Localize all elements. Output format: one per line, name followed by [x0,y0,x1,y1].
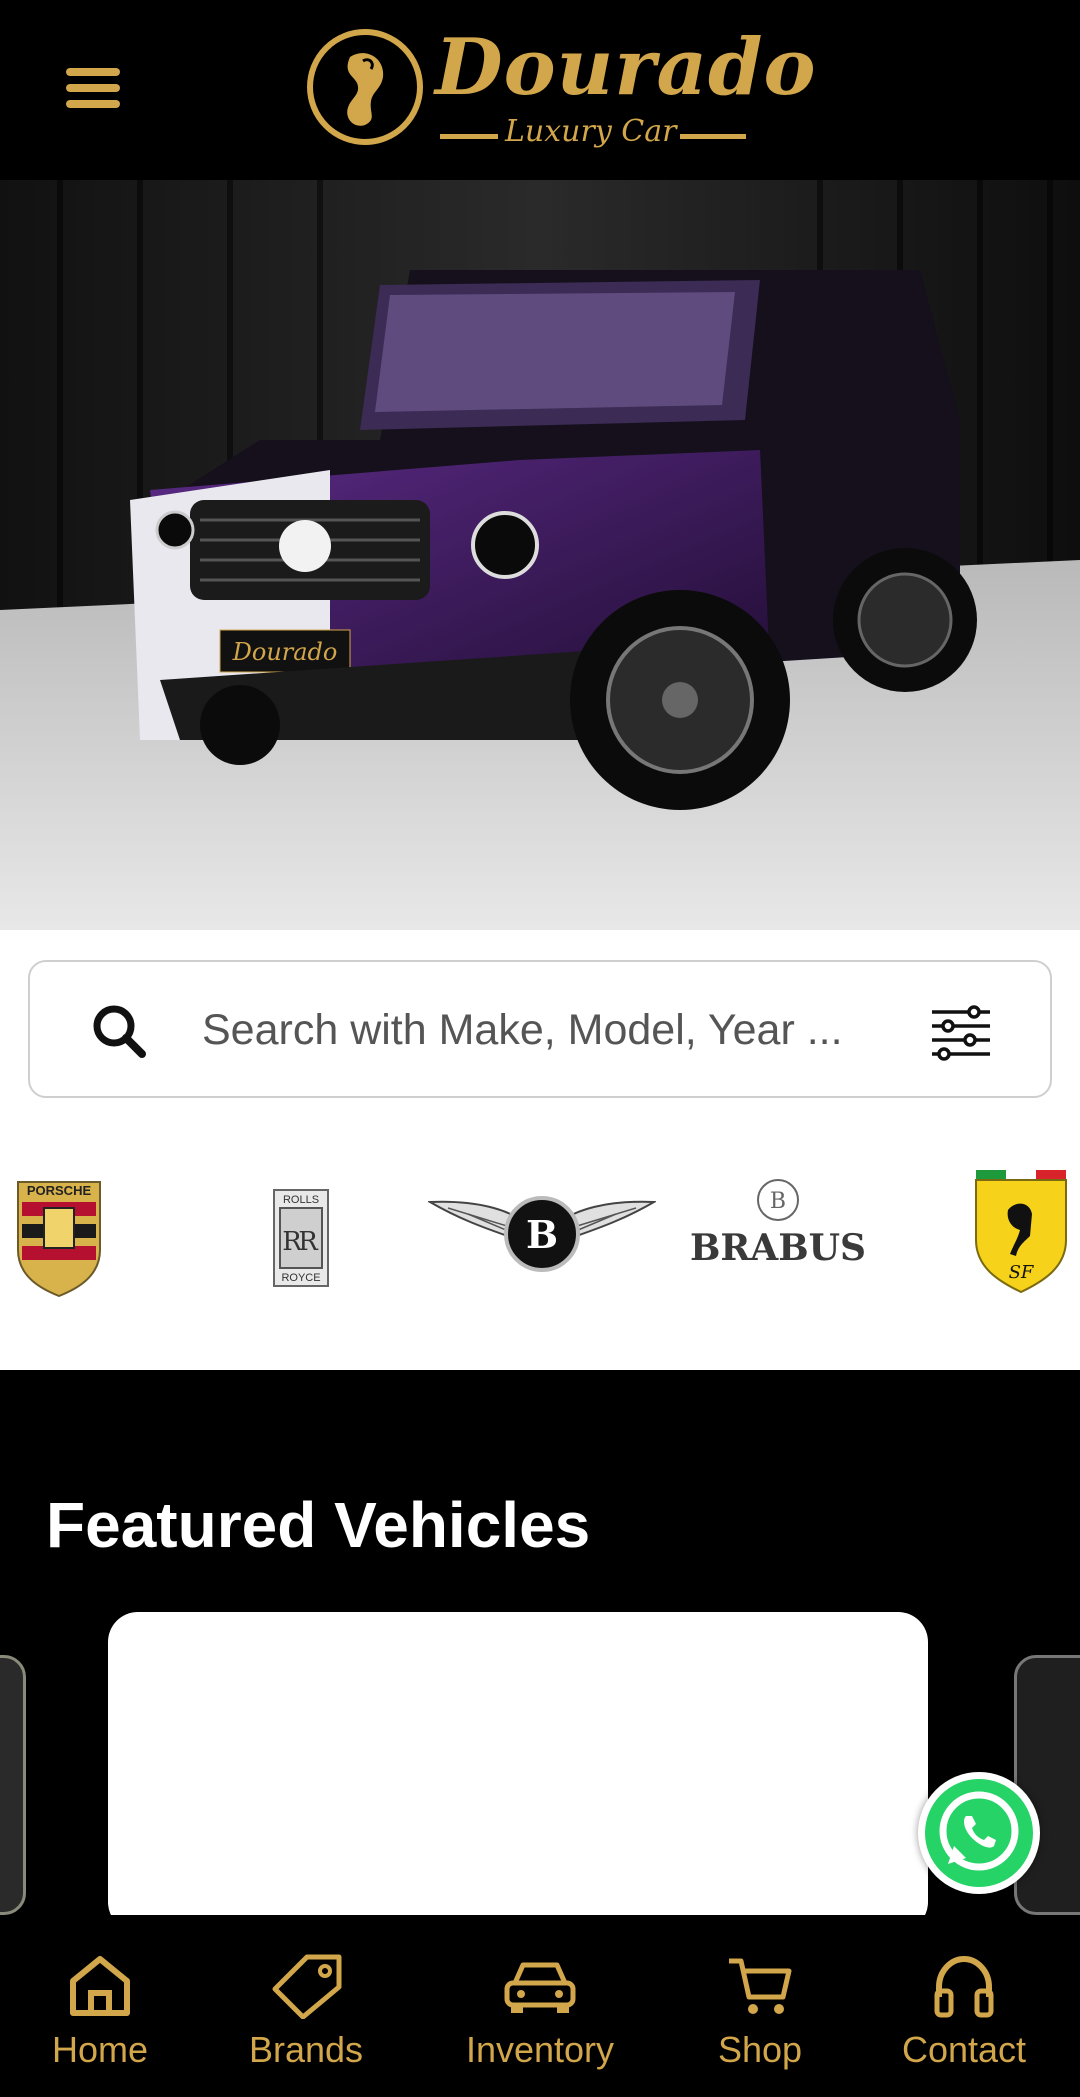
sliders-filter-icon[interactable] [930,1000,992,1062]
brand-carousel: PORSCHE ROLLS R R ROYCE B B BRABUS SF [0,1150,1080,1300]
rolls-royce-bottom-text: ROYCE [281,1272,320,1284]
logo-divider-right [680,134,746,139]
nav-inventory-label: Inventory [465,2029,615,2070]
brand-rolls-royce[interactable]: ROLLS R R ROYCE [270,1150,332,1300]
ferrari-logo-text: SF [1009,1262,1035,1283]
nav-shop[interactable]: Shop [680,1915,840,2097]
nav-brands-label: Brands [248,2029,364,2070]
home-icon [70,1956,130,2016]
nav-home-label: Home [51,2029,149,2070]
logo-tagline: Luxury Car [505,114,677,149]
search-input[interactable]: Search with Make, Model, Year ... [28,960,1052,1098]
featured-title: Featured Vehicles [46,1489,591,1561]
ferrari-logo-icon: SF [975,1170,1067,1294]
brand-brabus[interactable]: B BRABUS [688,1150,874,1300]
hero-banner-image[interactable]: Dourado [0,180,1080,930]
search-icon[interactable] [90,1002,150,1062]
nav-contact-label: Contact [901,2029,1027,2070]
rolls-royce-logo-icon: ROLLS R R ROYCE [273,1189,329,1287]
headphones-icon [934,1955,994,2018]
logo-divider-left [440,134,498,139]
car-icon [504,1962,576,2013]
bottom-navigation: Home Brands Inventory Shop Contact [0,1915,1080,2097]
hero-plate-text: Dourado [232,638,338,666]
cart-icon [729,1958,792,2014]
brabus-logo-text: BRABUS [690,1227,866,1269]
horse-emblem-icon [307,29,423,145]
bentley-logo-icon: B [426,1196,658,1272]
nav-shop-label: Shop [717,2029,803,2070]
svg-text:R: R [298,1227,319,1257]
brand-porsche[interactable]: PORSCHE [14,1150,104,1300]
brand-ferrari[interactable]: SF [972,1150,1070,1300]
search-section: Search with Make, Model, Year ... PORSCH… [0,930,1080,1370]
whatsapp-icon [925,1779,1033,1887]
hamburger-menu-icon[interactable] [66,68,120,112]
brand-bentley[interactable]: B [426,1150,658,1300]
brand-logo[interactable]: Dourado Luxury Car [300,22,816,152]
featured-card-current[interactable] [108,1612,928,1932]
hero-car-illustration: Dourado [0,180,1080,930]
tag-icon [272,1954,342,2019]
whatsapp-button[interactable] [918,1772,1040,1894]
logo-name: Dourado [435,22,817,113]
search-placeholder: Search with Make, Model, Year ... [202,1006,843,1054]
nav-inventory[interactable]: Inventory [440,1915,640,2097]
featured-card-prev[interactable] [0,1655,26,1915]
brabus-logo-icon: B BRABUS [690,1179,866,1269]
nav-brands[interactable]: Brands [226,1915,386,2097]
porsche-logo-icon: PORSCHE [17,1181,101,1298]
porsche-logo-text: PORSCHE [27,1183,92,1198]
nav-home[interactable]: Home [20,1915,180,2097]
rolls-royce-top-text: ROLLS [283,1194,319,1206]
bentley-logo-text: B [526,1212,558,1257]
svg-text:B: B [770,1189,786,1214]
nav-contact[interactable]: Contact [884,1915,1044,2097]
app-header: Dourado Luxury Car [0,0,1080,180]
